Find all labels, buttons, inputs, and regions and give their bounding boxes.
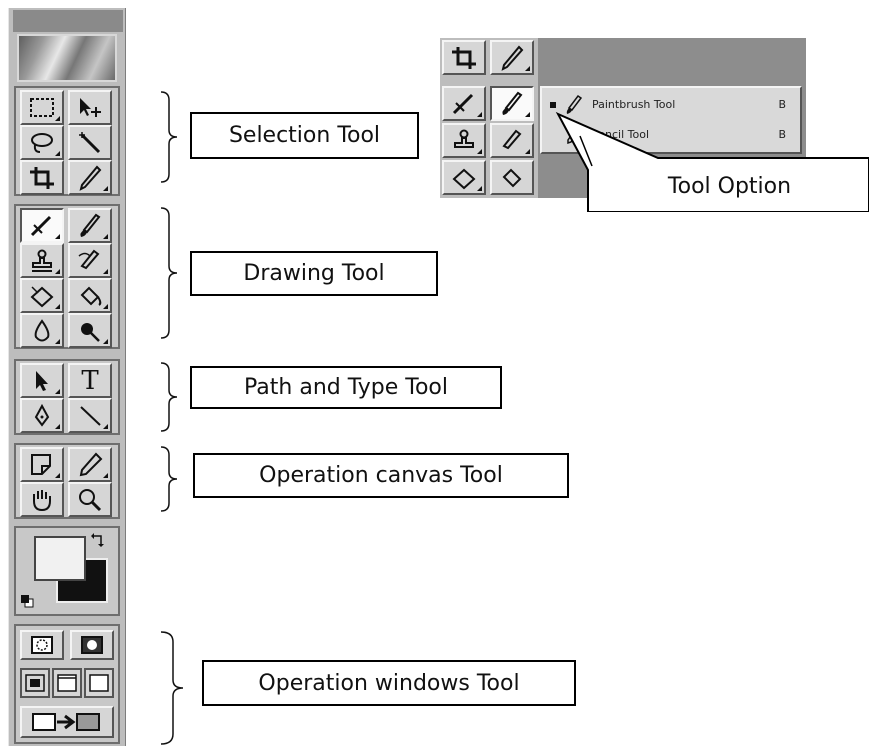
paint-bucket-icon (80, 286, 102, 306)
stamp-icon (32, 249, 52, 272)
crop-icon (452, 46, 476, 69)
screen-mode-standard-button[interactable] (20, 668, 50, 698)
tool-option-label: Tool Option (667, 173, 792, 199)
dodge-tool[interactable] (68, 313, 112, 348)
drawing-bracket (160, 207, 178, 339)
flyout-clone-stamp-tool[interactable] (442, 123, 486, 158)
drawing-tool-group (14, 204, 120, 349)
hand-tool[interactable] (20, 482, 64, 517)
jump-to-app-icon (32, 713, 100, 731)
pen-icon (34, 403, 50, 427)
slice-tool[interactable] (68, 160, 112, 195)
zoom-tool[interactable] (68, 482, 112, 517)
slice-knife-icon (501, 45, 524, 71)
flyout-paint-bucket-tool[interactable] (490, 160, 534, 195)
magic-wand-icon (79, 131, 101, 153)
operation-canvas-tool-group (14, 443, 120, 519)
flyout-history-brush-tool[interactable] (490, 123, 534, 158)
crop-tool[interactable] (20, 160, 64, 195)
drop-icon (34, 318, 50, 341)
flyout-brush-tool[interactable] (490, 86, 534, 121)
magnifier-icon (79, 488, 102, 511)
selection-tool-label: Selection Tool (190, 112, 419, 159)
flyout-healing-brush-tool[interactable] (442, 86, 486, 121)
slice-knife-icon (79, 165, 102, 191)
stamp-icon (454, 129, 474, 148)
lasso-tool[interactable] (20, 125, 64, 160)
history-brush-tool[interactable] (68, 243, 112, 278)
operation-canvas-tool-label: Operation canvas Tool (193, 453, 569, 498)
path-selection-tool[interactable] (20, 363, 64, 398)
selection-bracket (160, 91, 178, 183)
pen-tool[interactable] (20, 398, 64, 433)
paint-bucket-tool[interactable] (68, 278, 112, 313)
eraser-icon (30, 285, 54, 307)
arrow-icon (36, 370, 48, 391)
default-colors-icon[interactable] (20, 594, 34, 608)
eyedropper-icon (79, 452, 103, 476)
history-brush-icon (502, 129, 522, 149)
move-arrow-icon (80, 97, 101, 117)
jump-to-imageready-button[interactable] (20, 706, 114, 738)
clone-stamp-tool[interactable] (20, 243, 64, 278)
marquee-tool[interactable] (20, 90, 64, 125)
flyout-toolbox-crop (440, 38, 538, 198)
line-icon (80, 405, 101, 426)
type-tool[interactable]: T (68, 363, 112, 398)
operation-windows-tool-group (14, 624, 120, 744)
path-type-tool-group: T (14, 359, 120, 435)
foreground-color-swatch[interactable] (34, 536, 86, 581)
blur-tool[interactable] (20, 313, 64, 348)
path-type-bracket (160, 362, 178, 432)
screen-mode-full-button[interactable] (84, 668, 114, 698)
color-swatch-group (14, 526, 120, 616)
selection-tool-group (14, 86, 120, 196)
app-logo[interactable] (17, 34, 117, 82)
move-tool[interactable] (68, 90, 112, 125)
full-screen-menu-icon (57, 674, 77, 692)
crop-icon (30, 166, 54, 189)
full-screen-icon (89, 674, 109, 692)
healing-brush-tool[interactable] (20, 208, 64, 243)
dodge-icon (81, 322, 100, 342)
line-tool[interactable] (68, 398, 112, 433)
operation-windows-tool-label: Operation windows Tool (202, 660, 576, 706)
notes-tool[interactable] (20, 447, 64, 482)
operation-windows-bracket (160, 631, 184, 745)
eraser-tool[interactable] (20, 278, 64, 313)
swap-colors-icon[interactable] (90, 532, 106, 548)
toolbox-titlebar[interactable] (13, 10, 123, 32)
flyout-eraser-tool[interactable] (442, 160, 486, 195)
history-brush-icon (78, 249, 100, 269)
hand-icon (33, 489, 51, 511)
standard-screen-icon (25, 674, 45, 692)
paintbrush-icon (80, 213, 101, 237)
operation-canvas-bracket (160, 446, 178, 512)
screen-mode-full-menu-button[interactable] (52, 668, 82, 698)
brush-tool[interactable] (68, 208, 112, 243)
type-icon: T (81, 365, 99, 396)
flyout-crop-tool[interactable] (442, 40, 486, 75)
eraser-icon (452, 168, 476, 189)
paintbrush-icon (502, 91, 523, 115)
healing-brush-icon (30, 215, 52, 236)
standard-mode-button[interactable] (20, 630, 64, 660)
healing-brush-icon (452, 93, 474, 114)
quick-mask-icon (81, 636, 103, 654)
eyedropper-tool[interactable] (68, 447, 112, 482)
marquee-icon (30, 97, 54, 117)
standard-mode-icon (31, 636, 53, 654)
quick-mask-button[interactable] (70, 630, 114, 660)
lasso-icon (31, 132, 53, 153)
flyout-slice-tool[interactable] (490, 40, 534, 75)
drawing-tool-label: Drawing Tool (190, 251, 438, 296)
note-icon (31, 453, 51, 475)
magic-wand-tool[interactable] (68, 125, 112, 160)
path-type-tool-label: Path and Type Tool (190, 366, 502, 409)
paint-bucket-icon (502, 168, 522, 187)
